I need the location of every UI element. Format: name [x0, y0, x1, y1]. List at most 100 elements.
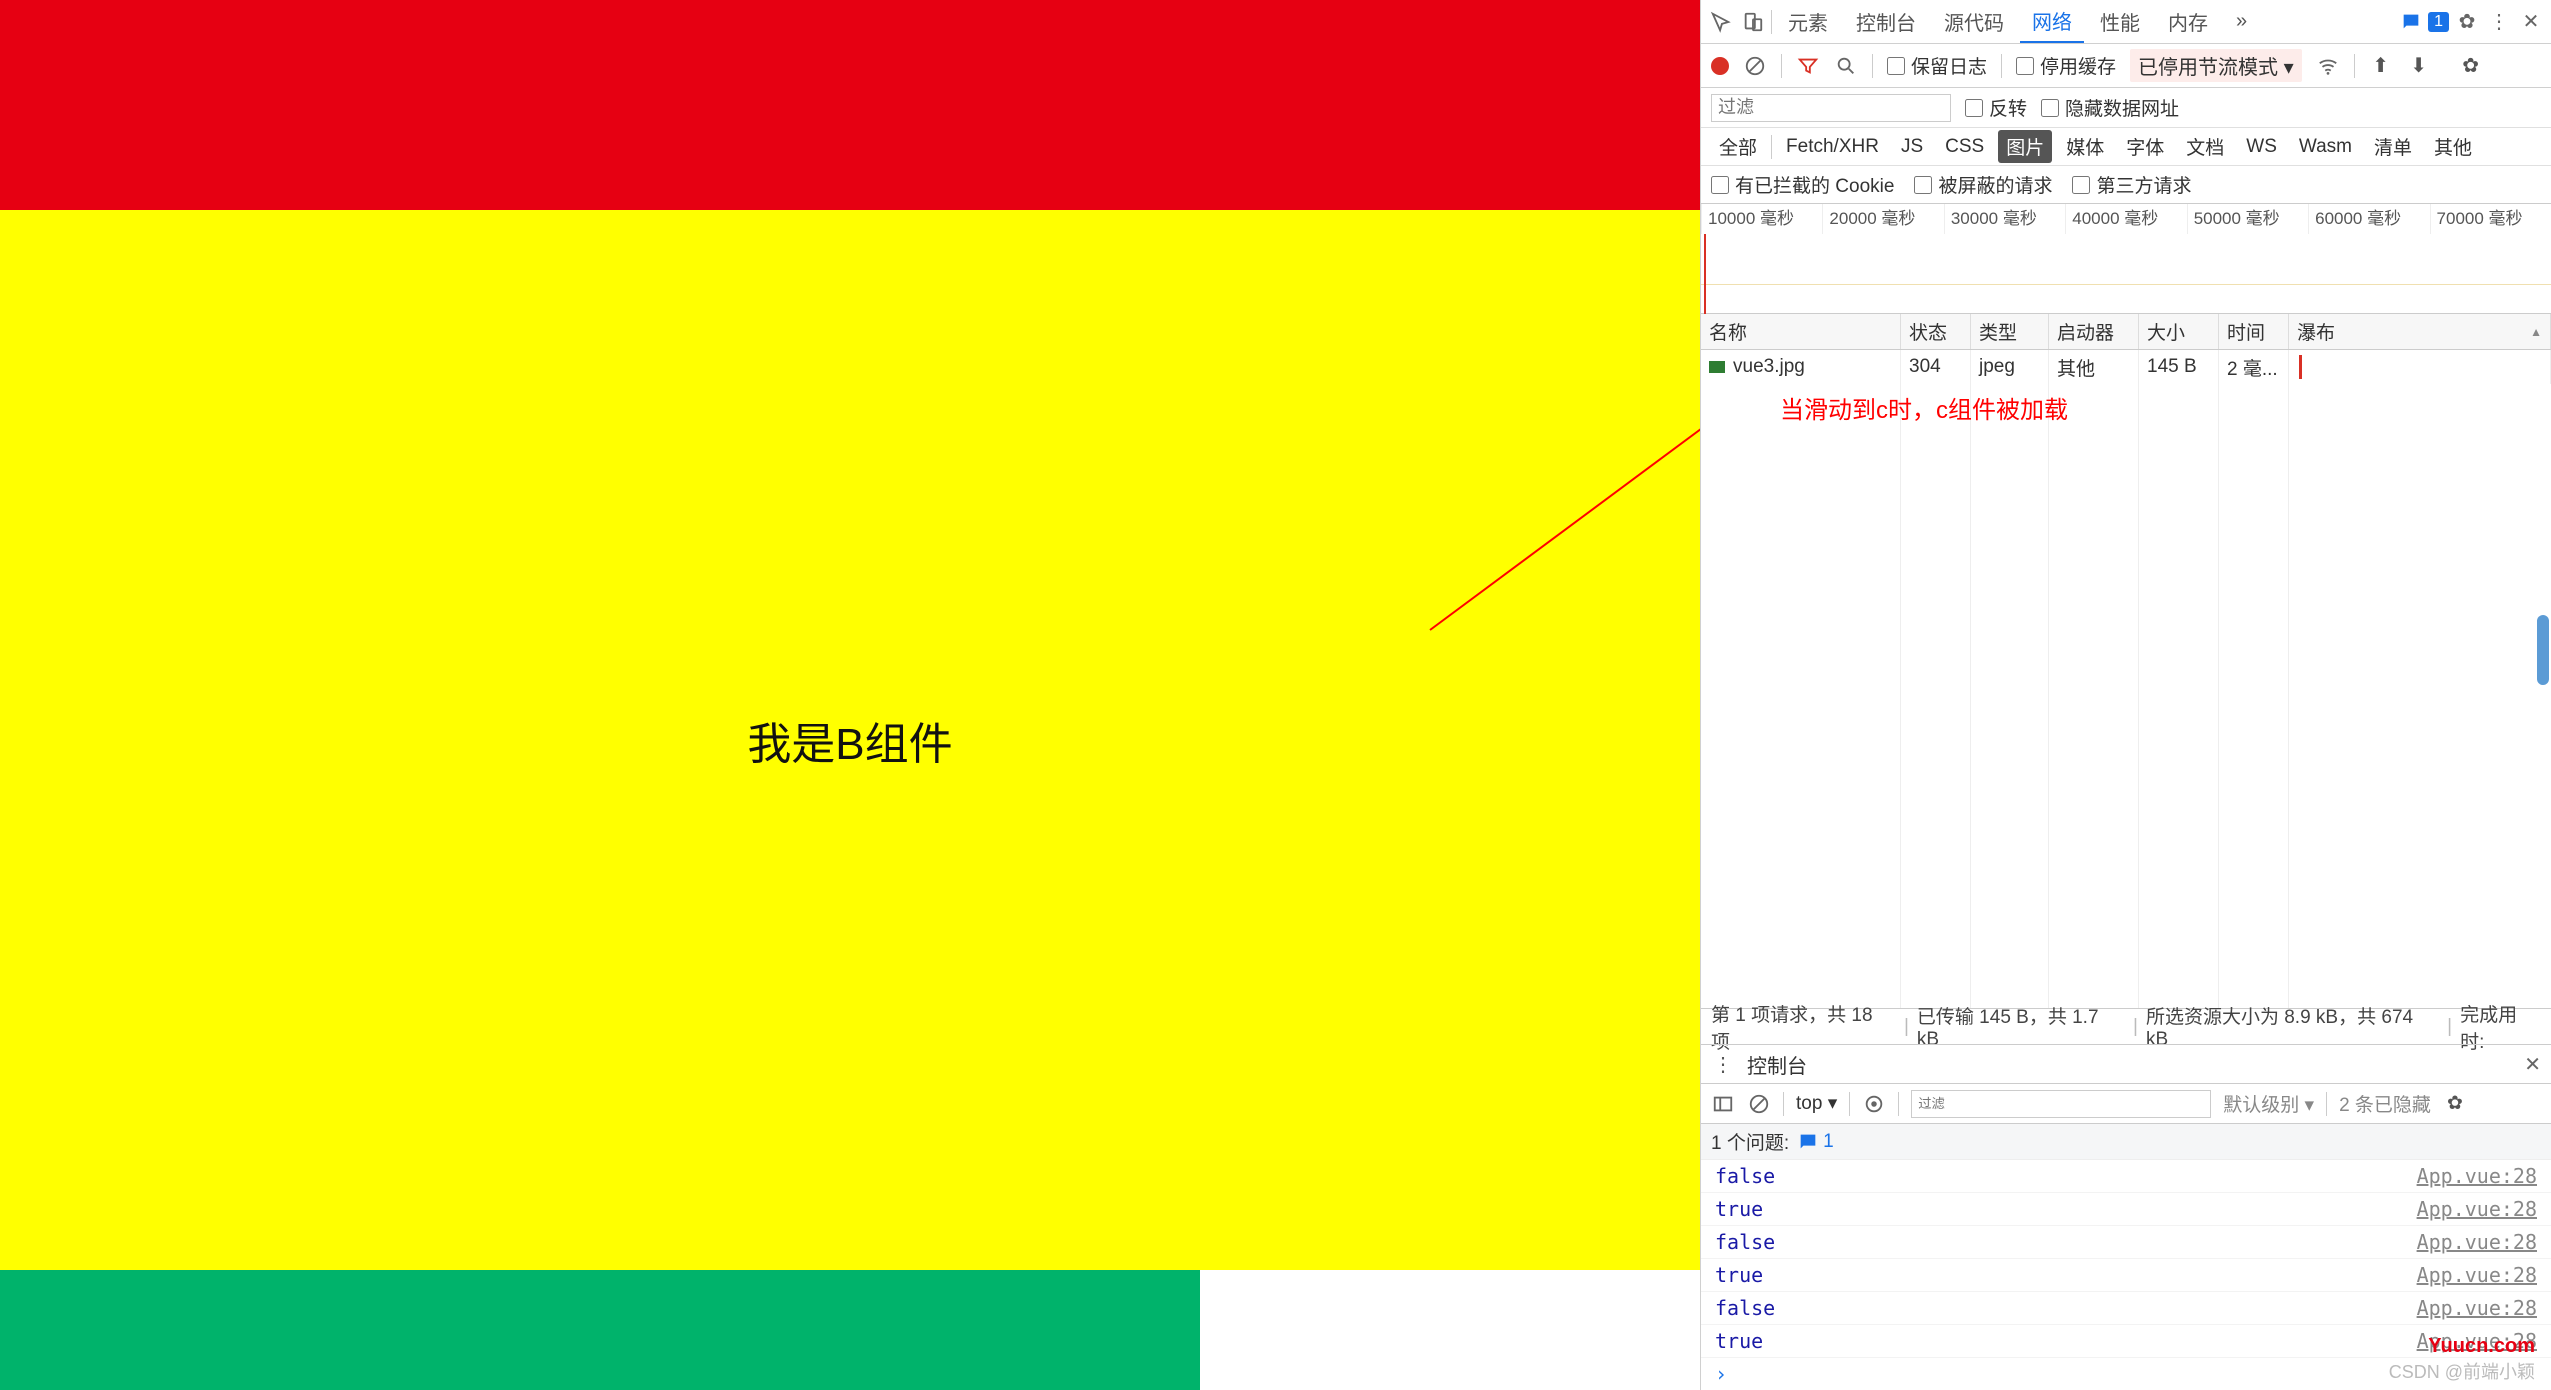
timeline-overview[interactable]: 10000 毫秒 20000 毫秒 30000 毫秒 40000 毫秒 5000… [1701, 204, 2551, 314]
wifi-icon[interactable] [2316, 54, 2340, 78]
timeline-cursor [1704, 234, 1706, 314]
cat-all[interactable]: 全部 [1711, 130, 1765, 163]
kebab-icon[interactable]: ⋮ [2485, 8, 2513, 36]
tab-network[interactable]: 网络 [2020, 0, 2084, 43]
third-party-checkbox[interactable]: 第三方请求 [2072, 171, 2191, 198]
log-source-link[interactable]: App.vue:28 [2417, 1164, 2537, 1188]
issues-indicator[interactable]: 1 [2400, 11, 2449, 33]
drawer-menu-icon[interactable]: ⋮ [1711, 1052, 1735, 1076]
list-item[interactable]: falseApp.vue:28 [1701, 1160, 2551, 1193]
cat-css[interactable]: CSS [1937, 133, 1992, 161]
separator [1849, 1092, 1850, 1116]
log-source-link[interactable]: App.vue:28 [2417, 1263, 2537, 1287]
col-name[interactable]: 名称 [1701, 314, 1901, 349]
cat-media[interactable]: 媒体 [2058, 130, 2112, 163]
tab-sources[interactable]: 源代码 [1932, 1, 2016, 42]
live-expression-icon[interactable] [1862, 1092, 1886, 1116]
tab-memory[interactable]: 内存 [2156, 1, 2220, 42]
cat-manifest[interactable]: 清单 [2366, 130, 2420, 163]
filter-icon[interactable] [1796, 54, 1820, 78]
invert-checkbox[interactable]: 反转 [1965, 94, 2027, 121]
list-item[interactable]: trueApp.vue:28 [1701, 1193, 2551, 1226]
cat-font[interactable]: 字体 [2118, 130, 2172, 163]
col-initiator[interactable]: 启动器 [2049, 314, 2139, 349]
request-time: 2 毫... [2219, 350, 2289, 384]
issues-label: 1 个问题: [1711, 1128, 1789, 1155]
tick: 40000 毫秒 [2065, 204, 2186, 234]
tick: 70000 毫秒 [2430, 204, 2551, 234]
col-time[interactable]: 时间 [2219, 314, 2289, 349]
preserve-log-checkbox[interactable]: 保留日志 [1887, 52, 1987, 79]
cat-other[interactable]: 其他 [2426, 130, 2480, 163]
blocked-requests-label: 被屏蔽的请求 [1938, 171, 2052, 198]
col-status[interactable]: 状态 [1901, 314, 1971, 349]
page-viewport: 我是B组件 [0, 0, 1700, 1390]
clear-icon[interactable] [1743, 54, 1767, 78]
request-table-header: 名称 状态 类型 启动器 大小 时间 瀑布▲ [1701, 314, 2551, 350]
hide-data-urls-checkbox[interactable]: 隐藏数据网址 [2041, 94, 2179, 121]
page-scrollbar-thumb[interactable] [2537, 615, 2549, 685]
separator [2326, 1092, 2327, 1116]
cat-fetch[interactable]: Fetch/XHR [1778, 133, 1887, 161]
tick: 50000 毫秒 [2187, 204, 2308, 234]
watermark: Yuucn.com CSDN @前端小颖 [2389, 1335, 2535, 1384]
col-waterfall[interactable]: 瀑布▲ [2289, 314, 2551, 349]
network-toolbar: 保留日志 停用缓存 已停用节流模式 ▾ ⬆ ⬇ ✿ [1701, 44, 2551, 88]
request-initiator: 其他 [2049, 350, 2139, 384]
log-source-link[interactable]: App.vue:28 [2417, 1296, 2537, 1320]
console-scope-select[interactable]: top ▾ [1796, 1092, 1837, 1115]
annotation-text: 当滑动到c时，c组件被加载 [1780, 390, 2068, 425]
cat-img[interactable]: 图片 [1998, 130, 2052, 163]
search-icon[interactable] [1834, 54, 1858, 78]
log-source-link[interactable]: App.vue:28 [2417, 1197, 2537, 1221]
issues-badge: 1 [2428, 12, 2449, 32]
blocked-cookies-checkbox[interactable]: 有已拦截的 Cookie [1711, 171, 1894, 198]
drawer-close-icon[interactable]: ✕ [2524, 1052, 2541, 1077]
devtools-tabs: 元素 控制台 源代码 网络 性能 内存 » 1 ✿ ⋮ ✕ [1701, 0, 2551, 44]
network-settings-icon[interactable]: ✿ [2459, 54, 2483, 78]
table-row[interactable]: vue3.jpg 304 jpeg 其他 145 B 2 毫... [1701, 350, 2551, 384]
record-button[interactable] [1711, 57, 1729, 75]
console-settings-icon[interactable]: ✿ [2443, 1092, 2467, 1116]
third-party-label: 第三方请求 [2096, 171, 2191, 198]
request-status: 304 [1901, 350, 1971, 384]
col-type[interactable]: 类型 [1971, 314, 2049, 349]
disable-cache-label: 停用缓存 [2040, 52, 2116, 79]
device-toggle-icon[interactable] [1739, 8, 1767, 36]
log-source-link[interactable]: App.vue:28 [2417, 1230, 2537, 1254]
console-clear-icon[interactable] [1747, 1092, 1771, 1116]
console-hidden-count[interactable]: 2 条已隐藏 [2339, 1090, 2431, 1117]
download-icon[interactable]: ⬇ [2407, 54, 2431, 78]
disable-cache-checkbox[interactable]: 停用缓存 [2016, 52, 2116, 79]
console-issues-row[interactable]: 1 个问题: 1 [1701, 1124, 2551, 1160]
tab-performance[interactable]: 性能 [2088, 1, 2152, 42]
tab-more[interactable]: » [2224, 4, 2259, 39]
request-type: jpeg [1971, 350, 2049, 384]
request-table-body[interactable]: vue3.jpg 304 jpeg 其他 145 B 2 毫... [1701, 350, 2551, 1008]
settings-icon[interactable]: ✿ [2453, 8, 2481, 36]
throttling-select[interactable]: 已停用节流模式 ▾ [2130, 49, 2302, 82]
filter-input[interactable] [1711, 94, 1951, 122]
tab-console[interactable]: 控制台 [1844, 1, 1928, 42]
close-icon[interactable]: ✕ [2517, 8, 2545, 36]
inspect-icon[interactable] [1707, 8, 1735, 36]
blocked-requests-checkbox[interactable]: 被屏蔽的请求 [1914, 171, 2052, 198]
upload-icon[interactable]: ⬆ [2369, 54, 2393, 78]
col-size[interactable]: 大小 [2139, 314, 2219, 349]
console-level-select[interactable]: 默认级别 ▾ [2223, 1090, 2314, 1117]
cat-doc[interactable]: 文档 [2178, 130, 2232, 163]
cat-js[interactable]: JS [1893, 133, 1931, 161]
tick: 30000 毫秒 [1944, 204, 2065, 234]
list-item[interactable]: trueApp.vue:28 [1701, 1259, 2551, 1292]
list-item[interactable]: falseApp.vue:28 [1701, 1226, 2551, 1259]
tick: 10000 毫秒 [1701, 204, 1822, 234]
separator [1771, 135, 1772, 159]
console-sidebar-icon[interactable] [1711, 1092, 1735, 1116]
cat-ws[interactable]: WS [2238, 133, 2285, 161]
separator [1783, 1092, 1784, 1116]
console-filter-input[interactable] [1911, 1090, 2211, 1118]
list-item[interactable]: falseApp.vue:28 [1701, 1292, 2551, 1325]
tab-elements[interactable]: 元素 [1776, 1, 1840, 42]
tick: 20000 毫秒 [1822, 204, 1943, 234]
cat-wasm[interactable]: Wasm [2291, 133, 2360, 161]
